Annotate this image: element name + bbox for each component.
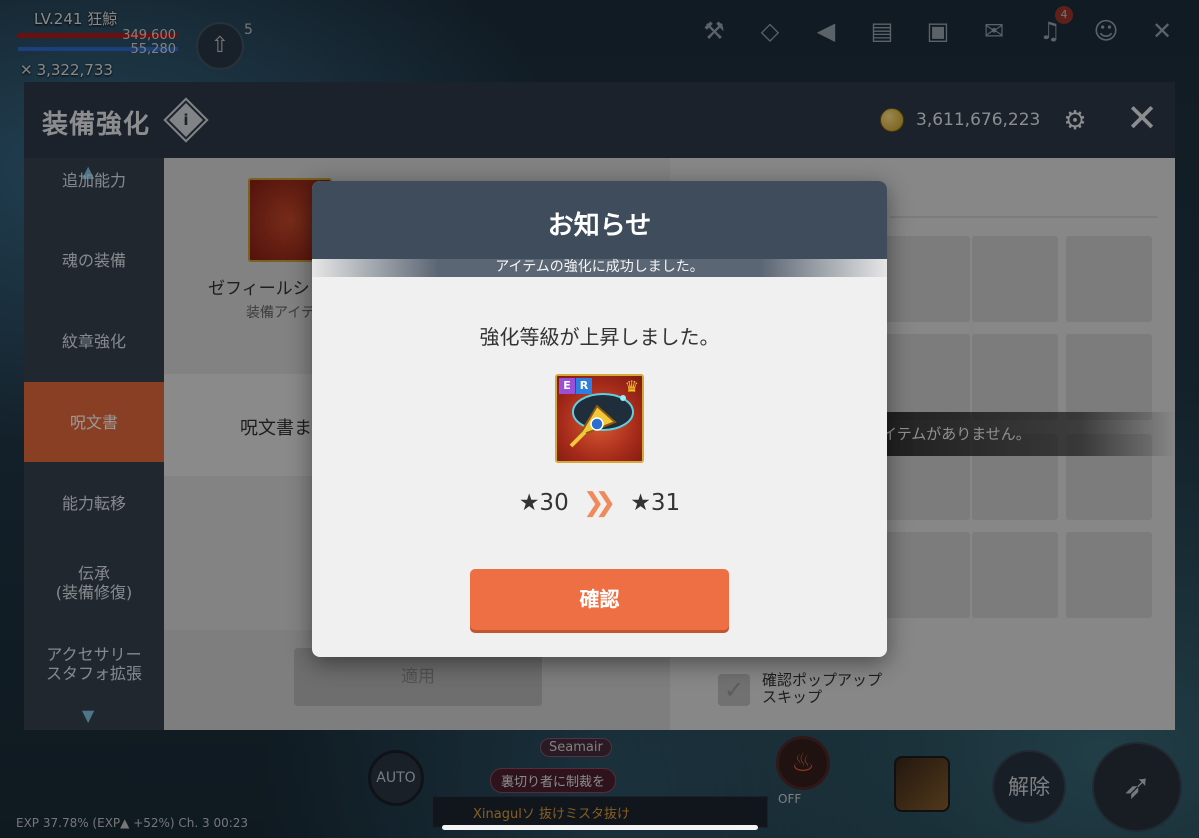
home-indicator[interactable] [442, 825, 758, 830]
dialog-title: お知らせ [547, 211, 652, 241]
dialog-message: 強化等級が上昇しました。 [479, 325, 720, 349]
grade-before: ★30 [518, 490, 569, 516]
confirm-button[interactable]: 確認 [470, 569, 729, 630]
dialog-subtitle: アイテムの強化に成功しました。 [495, 259, 704, 275]
double-chevron-right-icon: ❯❯ [582, 488, 616, 518]
grade-change: ★30 ❯❯ ★31 [312, 487, 887, 519]
dialog-header: お知らせ [312, 181, 887, 259]
enhanced-item-icon: E R ♛ [555, 374, 644, 463]
weapon-icon [569, 393, 634, 448]
notice-dialog: お知らせ アイテムの強化に成功しました。 強化等級が上昇しました。 E R ♛ … [312, 181, 887, 657]
grade-after: ★31 [630, 490, 681, 516]
